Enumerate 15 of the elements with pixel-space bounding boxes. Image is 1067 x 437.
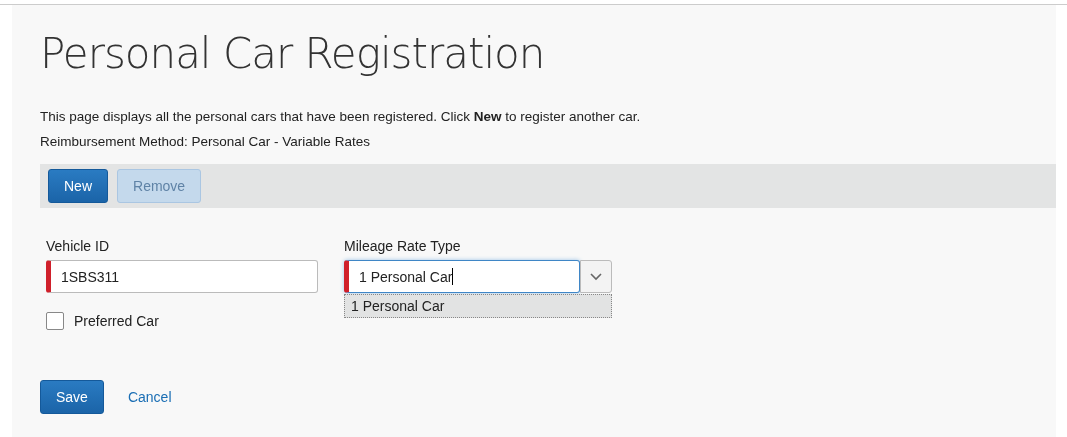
save-button[interactable]: Save xyxy=(40,380,104,414)
checkbox[interactable] xyxy=(46,312,64,330)
vehicle-id-field[interactable]: 1SBS311 xyxy=(46,260,318,293)
mileage-rate-type-field[interactable]: 1 Personal Car xyxy=(344,260,580,293)
dropdown-option[interactable]: 1 Personal Car xyxy=(344,294,612,318)
field-label: Mileage Rate Type xyxy=(344,238,462,254)
page-title: Personal Car Registration xyxy=(40,28,546,78)
dropdown-button[interactable] xyxy=(580,260,612,293)
chevron-down-icon xyxy=(590,272,602,281)
reimbursement-method: Reimbursement Method: Personal Car - Variable Rates xyxy=(40,133,371,151)
cancel-link[interactable]: Cancel xyxy=(127,389,172,405)
field-label: Vehicle ID xyxy=(46,238,111,254)
intro-text: This page displays all the personal cars that have been registered. Click New to register another car. xyxy=(40,108,642,126)
toolbar-button[interactable]: New xyxy=(48,169,108,203)
checkbox-label: Preferred Car xyxy=(74,313,159,329)
